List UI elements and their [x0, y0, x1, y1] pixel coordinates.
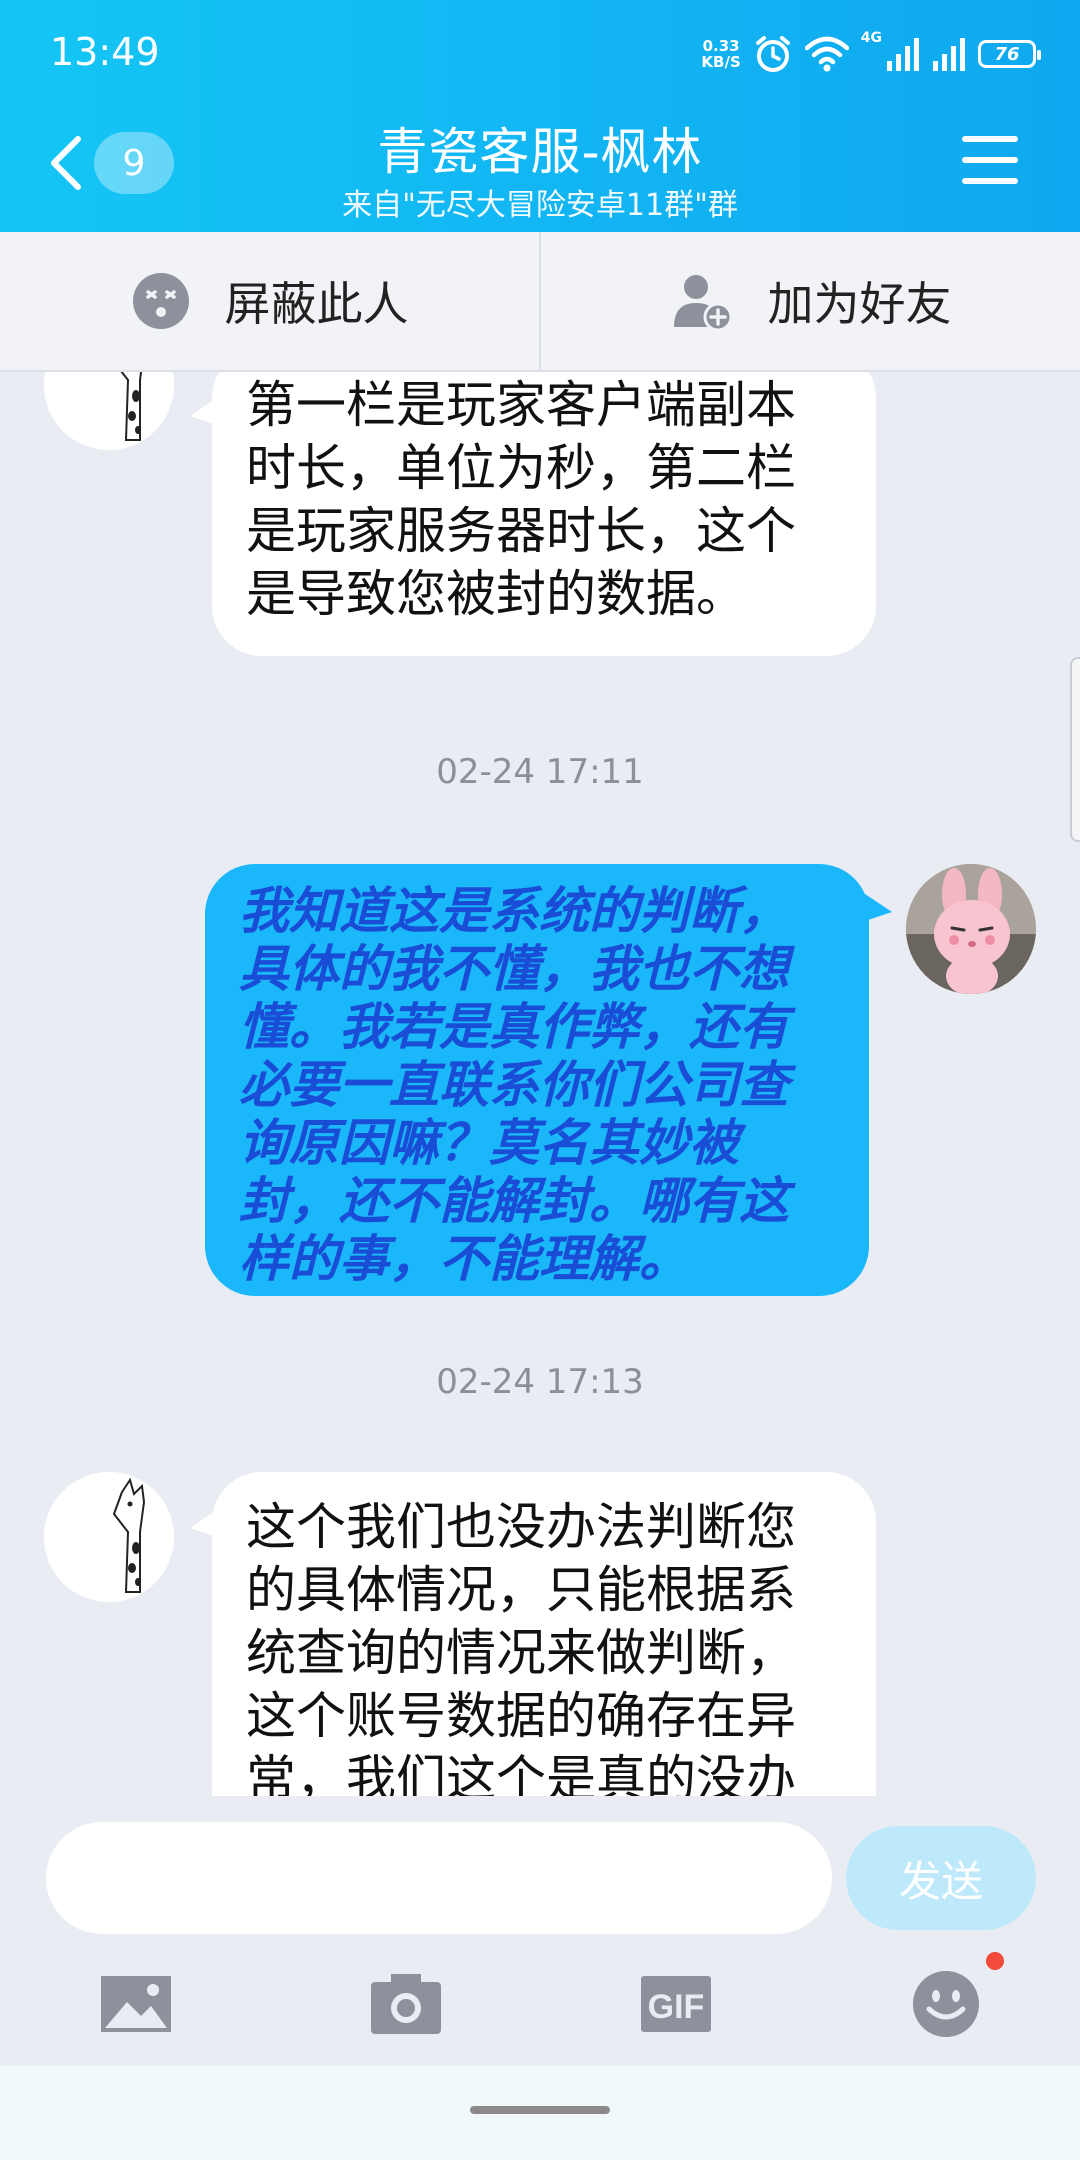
message-text: 我知道这是系统的判断，具体的我不懂，我也不想懂。我若是真作弊，还有必要一直联系你… [239, 882, 789, 1288]
add-friend-icon [673, 275, 732, 332]
add-friend-button[interactable]: 加为好友 [539, 232, 1080, 370]
battery-level: 76 [994, 43, 1020, 65]
block-face-icon [132, 273, 189, 329]
add-friend-label: 加为好友 [767, 277, 952, 331]
avatar-self[interactable] [906, 864, 1036, 994]
gif-icon: GIF [641, 1976, 711, 2032]
bubble-tail [862, 892, 892, 922]
home-indicator[interactable] [470, 2106, 610, 2114]
message-timestamp: 02-24 17:13 [436, 1362, 644, 1402]
action-bar: 屏蔽此人 加为好友 [0, 232, 1080, 372]
chat-title: 青瓷客服-枫林 [377, 123, 703, 181]
net-speed: 0.33 KB/S [701, 38, 740, 70]
send-button[interactable]: 发送 [846, 1826, 1036, 1930]
avatar-other[interactable] [44, 1472, 174, 1602]
message-timestamp: 02-24 17:11 [436, 752, 644, 792]
status-time: 13:49 [50, 30, 160, 74]
net-speed-value: 0.33 [702, 37, 740, 55]
message-input[interactable] [46, 1822, 832, 1934]
giraffe-avatar-icon [44, 1472, 174, 1602]
message-bubble-outgoing[interactable]: 我知道这是系统的判断，具体的我不懂，我也不想懂。我若是真作弊，还有必要一直联系你… [205, 864, 869, 1296]
menu-icon[interactable] [962, 136, 1018, 186]
network-type: 4G [860, 30, 882, 46]
status-icons: 0.33 KB/S 4G 76 [701, 30, 1041, 78]
giraffe-avatar-icon [44, 372, 174, 450]
image-icon [101, 1976, 171, 2032]
gif-button[interactable]: GIF [636, 1964, 716, 2044]
battery-icon: 76 [978, 40, 1041, 68]
block-user-button[interactable]: 屏蔽此人 [0, 232, 539, 370]
block-user-label: 屏蔽此人 [224, 277, 409, 331]
chat-subtitle: 来自"无尽大冒险安卓11群"群 [342, 188, 738, 223]
image-button[interactable] [96, 1964, 176, 2044]
notification-dot [986, 1952, 1004, 1970]
emoji-button[interactable] [906, 1952, 1004, 2044]
signal-icon-1 [887, 38, 919, 71]
emoji-icon [913, 1971, 979, 2037]
scroll-handle[interactable] [1070, 657, 1080, 842]
wifi-icon [804, 36, 849, 72]
signal-icon-2 [933, 38, 965, 71]
camera-icon [371, 1974, 441, 2034]
plush-toy-avatar-icon [906, 864, 1036, 994]
header: 13:49 0.33 KB/S 4G 76 9 青瓷客服-枫林 来自"无尽大冒险… [0, 0, 1080, 232]
message-bubble-incoming[interactable]: 这个我们也没办法判断您的具体情况，只能根据系统查询的情况来做判断，这个账号数据的… [212, 1472, 876, 1796]
message-text: 第一栏是玩家客户端副本时长，单位为秒，第二栏是玩家服务器时长，这个是导致您被封的… [246, 376, 796, 623]
message-list[interactable]: 第一栏是玩家客户端副本时长，单位为秒，第二栏是玩家服务器时长，这个是导致您被封的… [0, 372, 1080, 1796]
net-speed-unit: KB/S [701, 53, 741, 71]
message-bubble-incoming[interactable]: 第一栏是玩家客户端副本时长，单位为秒，第二栏是玩家服务器时长，这个是导致您被封的… [212, 372, 876, 656]
input-toolbar: GIF [0, 1952, 1080, 2064]
alarm-icon [755, 36, 790, 72]
camera-button[interactable] [366, 1964, 446, 2044]
input-area: 发送 GIF [0, 1796, 1080, 2066]
gif-label: GIF [648, 1988, 705, 2026]
message-text: 这个我们也没办法判断您的具体情况，只能根据系统查询的情况来做判断，这个账号数据的… [246, 1498, 796, 1796]
avatar-other[interactable] [44, 372, 174, 450]
status-bar: 13:49 0.33 KB/S 4G 76 [0, 0, 1080, 100]
system-nav-bar [0, 2066, 1080, 2160]
